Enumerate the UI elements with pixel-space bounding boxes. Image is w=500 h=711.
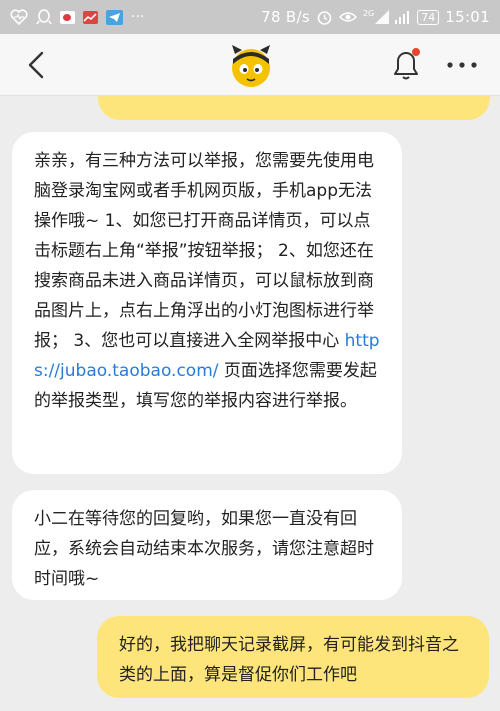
status-bar: ··· 78 B/s 2G 74 15:01 bbox=[0, 0, 500, 34]
qq-icon bbox=[36, 8, 52, 24]
message-bubble-user-partial bbox=[98, 96, 490, 120]
signal-label: 2G bbox=[362, 9, 375, 18]
status-bar-system: 78 B/s 2G 74 15:01 bbox=[261, 8, 490, 26]
message-text: 小二在等待您的回复哟，如果您一直没有回应，系统会自动结束本次服务，请您注意超时时… bbox=[34, 509, 374, 589]
notification-badge bbox=[412, 48, 420, 56]
status-bar-notifications: ··· bbox=[10, 8, 145, 26]
mascot-logo-icon bbox=[232, 45, 270, 87]
eye-icon bbox=[338, 12, 357, 22]
weibo-icon bbox=[60, 10, 75, 24]
bell-icon[interactable] bbox=[390, 46, 422, 82]
message-bubble-agent-timeout: 小二在等待您的回复哟，如果您一直没有回应，系统会自动结束本次服务，请您注意超时时… bbox=[12, 490, 402, 600]
signal-2g: 2G bbox=[362, 9, 390, 24]
heart-rate-icon bbox=[10, 9, 28, 25]
message-bubble-user: 好的，我把聊天记录截屏，有可能发到抖音之类的上面，算是督促你们工作吧 bbox=[97, 616, 489, 698]
chat-message-list[interactable]: 亲亲，有三种方法可以举报，您需要先使用电脑登录淘宝网或者手机网页版，手机app无… bbox=[0, 96, 500, 711]
more-dots-icon[interactable] bbox=[444, 52, 480, 78]
battery-icon: 74 bbox=[417, 9, 440, 25]
chat-header bbox=[0, 34, 500, 96]
alarm-icon bbox=[317, 10, 332, 25]
chevron-left-icon[interactable] bbox=[24, 50, 52, 80]
message-text: 亲亲，有三种方法可以举报，您需要先使用电脑登录淘宝网或者手机网页版，手机app无… bbox=[34, 151, 374, 351]
clock: 15:01 bbox=[445, 8, 490, 26]
signal-bars-icon bbox=[375, 10, 390, 24]
more-notifications-icon: ··· bbox=[131, 9, 145, 25]
message-text: 好的，我把聊天记录截屏，有可能发到抖音之类的上面，算是督促你们工作吧 bbox=[119, 635, 459, 685]
wifi-signal-icon bbox=[395, 11, 410, 24]
net-speed: 78 B/s bbox=[261, 8, 310, 26]
message-bubble-agent: 亲亲，有三种方法可以举报，您需要先使用电脑登录淘宝网或者手机网页版，手机app无… bbox=[12, 132, 402, 474]
telegram-icon bbox=[106, 9, 123, 25]
stock-icon bbox=[83, 10, 98, 24]
